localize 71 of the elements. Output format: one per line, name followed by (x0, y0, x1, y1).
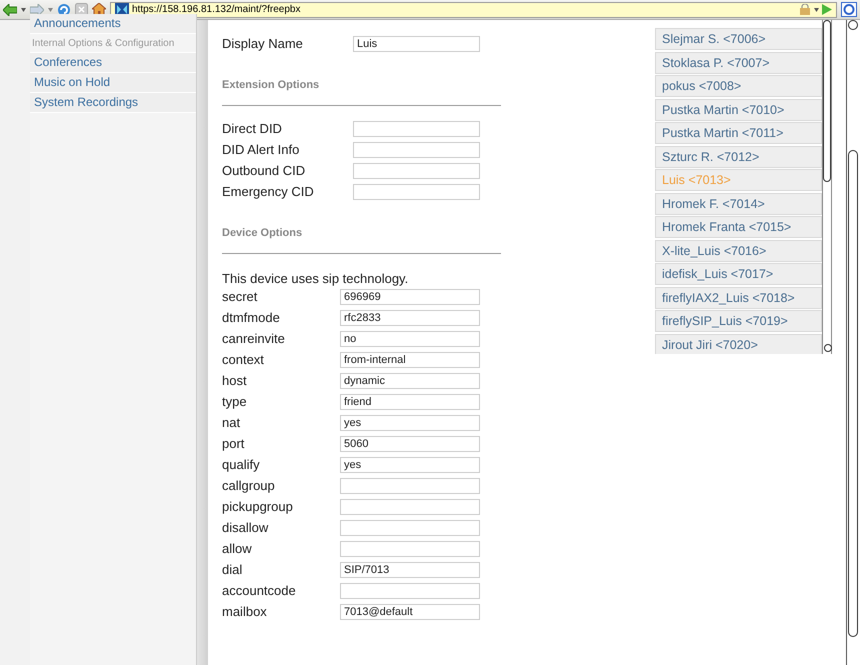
field-label: DID Alert Info (222, 142, 300, 157)
sidebar-link[interactable]: Conferences (30, 53, 196, 73)
extension-item[interactable]: X-lite_Luis <7016> (655, 240, 822, 262)
input-field[interactable] (340, 540, 480, 556)
section-title: Extension Options (222, 79, 320, 93)
input-field[interactable] (353, 184, 480, 200)
input-field[interactable]: rfc2833 (340, 310, 480, 326)
field-label: accountcode (222, 583, 297, 598)
field-label: port (222, 436, 246, 451)
input-field[interactable] (353, 162, 480, 178)
extension-item[interactable]: Slejmar S. <7006> (655, 28, 822, 50)
field-label: Display Name (222, 36, 304, 51)
field-label: nat (222, 415, 242, 430)
field-label: canreinvite (222, 331, 286, 346)
input-field[interactable] (340, 582, 480, 598)
input-field[interactable] (353, 120, 480, 136)
extension-item[interactable]: idefisk_Luis <7017> (655, 263, 822, 285)
input-field[interactable]: 5060 (340, 436, 480, 452)
field-label: pickupgroup (222, 499, 294, 514)
input-field[interactable]: SIP/7013 (340, 562, 480, 578)
input-field[interactable] (340, 520, 480, 536)
section-title: Device Options (222, 227, 304, 241)
field-label: dial (222, 562, 244, 577)
field-label: disallow (222, 520, 270, 535)
description-text: This device uses sip technology. (222, 270, 410, 286)
field-label: qualify (222, 457, 261, 472)
extension-item[interactable]: Pustka Martin <7010> (655, 98, 822, 120)
extension-item[interactable]: Jirout Jiri <7020> (655, 334, 822, 354)
input-field[interactable]: Luis (353, 36, 480, 52)
address-bar[interactable]: https://158.196.81.132/maint/?freepbx (110, 2, 837, 18)
input-field[interactable] (353, 142, 480, 158)
field-label: host (222, 373, 248, 388)
input-field[interactable] (340, 478, 480, 494)
field-label: callgroup (222, 478, 276, 493)
sidebar-link[interactable]: Announcements (30, 14, 196, 34)
input-field[interactable]: 7013@default (340, 604, 480, 620)
input-field[interactable]: no (340, 330, 480, 346)
extension-item[interactable]: fireflyIAX2_Luis <7018> (655, 286, 822, 308)
input-field[interactable]: from-internal (340, 352, 480, 368)
extension-item[interactable]: pokus <7008> (655, 75, 822, 97)
scrollbar[interactable] (822, 20, 832, 354)
extension-item[interactable]: Szturc R. <7012> (655, 146, 822, 168)
dropdown-icon[interactable] (48, 8, 53, 12)
stop-icon[interactable] (75, 3, 88, 16)
dropdown-icon[interactable] (814, 8, 819, 12)
extension-item[interactable]: fireflySIP_Luis <7019> (655, 310, 822, 332)
field-label: Outbound CID (222, 163, 306, 178)
input-field[interactable]: dynamic (340, 372, 480, 388)
extension-item[interactable]: Hromek F. <7014> (655, 192, 822, 214)
lock-icon (799, 4, 811, 15)
field-label: secret (222, 289, 258, 304)
input-field[interactable]: friend (340, 394, 480, 410)
field-label: allow (222, 541, 253, 556)
field-label: dtmfmode (222, 310, 281, 325)
field-label: mailbox (222, 604, 268, 619)
extension-item[interactable]: Pustka Martin <7011> (655, 122, 822, 144)
input-field[interactable]: yes (340, 456, 480, 472)
field-label: Direct DID (222, 121, 283, 136)
input-field[interactable] (340, 498, 480, 514)
extension-item[interactable]: Hromek Franta <7015> (655, 216, 822, 238)
sidebar-link[interactable]: Music on Hold (30, 73, 196, 93)
google-icon[interactable] (841, 2, 857, 17)
extension-item[interactable]: Stoklasa P. <7007> (655, 52, 822, 74)
input-field[interactable]: 696969 (340, 288, 480, 304)
input-field[interactable]: yes (340, 414, 480, 430)
field-label: context (222, 352, 265, 367)
sidebar-link[interactable]: System Recordings (30, 93, 196, 113)
dropdown-icon[interactable] (21, 8, 26, 12)
field-label: type (222, 394, 248, 409)
back-icon[interactable] (3, 4, 17, 16)
field-label: Emergency CID (222, 184, 315, 199)
